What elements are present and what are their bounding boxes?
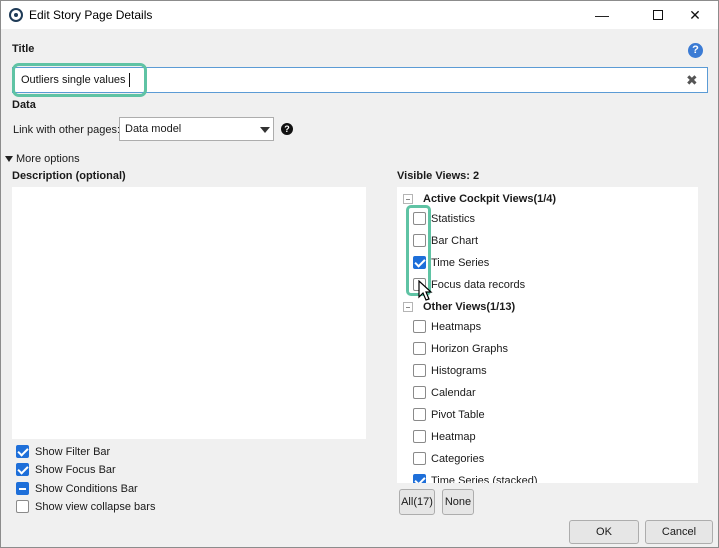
view-checkbox-heatmaps[interactable] bbox=[413, 320, 426, 333]
caret-down-icon bbox=[5, 156, 13, 162]
view-label-focus-data-records: Focus data records bbox=[431, 279, 526, 291]
view-label-time-series: Time Series bbox=[431, 257, 490, 269]
filter-bar-label: Show Filter Bar bbox=[35, 446, 111, 458]
view-label-time-series-stacked: Time Series (stacked) bbox=[431, 475, 538, 483]
conditions-bar-checkbox[interactable] bbox=[16, 482, 29, 495]
minimize-button[interactable]: — bbox=[579, 1, 625, 29]
view-label-horizon-graphs: Horizon Graphs bbox=[431, 343, 509, 355]
view-label-heatmaps: Heatmaps bbox=[431, 321, 482, 333]
view-label-bar-chart: Bar Chart bbox=[431, 235, 479, 247]
cancel-button[interactable]: Cancel bbox=[645, 520, 713, 544]
filter-bar-checkbox[interactable] bbox=[16, 445, 29, 458]
description-label: Description (optional) bbox=[12, 170, 126, 182]
focus-bar-checkbox[interactable] bbox=[16, 463, 29, 476]
title-highlight bbox=[12, 63, 147, 97]
view-label-categories: Categories bbox=[431, 453, 485, 465]
visible-views-header: Visible Views: 2 bbox=[397, 170, 480, 182]
chevron-down-icon bbox=[260, 127, 270, 133]
maximize-icon bbox=[653, 10, 663, 20]
window-title: Edit Story Page Details bbox=[29, 8, 153, 22]
close-button[interactable]: ✕ bbox=[672, 1, 718, 29]
view-label-statistics: Statistics bbox=[431, 213, 476, 225]
view-checkbox-horizon-graphs[interactable] bbox=[413, 342, 426, 355]
mouse-pointer-icon bbox=[418, 280, 433, 301]
description-textarea[interactable] bbox=[12, 187, 366, 439]
collapse-bars-checkbox[interactable] bbox=[16, 500, 29, 513]
clear-icon[interactable]: ✖ bbox=[686, 72, 698, 89]
title-bar: Edit Story Page Details — ✕ bbox=[1, 1, 718, 29]
select-none-button[interactable]: None bbox=[442, 489, 474, 515]
view-checkbox-pivot-table[interactable] bbox=[413, 408, 426, 421]
active-views-group-label: Active Cockpit Views(1/4) bbox=[423, 193, 557, 205]
collapse-active-icon[interactable] bbox=[403, 194, 413, 204]
collapse-other-icon[interactable] bbox=[403, 302, 413, 312]
view-checkbox-categories[interactable] bbox=[413, 452, 426, 465]
ok-button[interactable]: OK bbox=[569, 520, 639, 544]
link-pages-label: Link with other pages: bbox=[13, 124, 121, 136]
conditions-bar-label: Show Conditions Bar bbox=[35, 483, 138, 495]
link-pages-select[interactable]: Data model bbox=[119, 117, 274, 141]
view-checkbox-calendar[interactable] bbox=[413, 386, 426, 399]
more-options-toggle[interactable]: More options bbox=[5, 153, 80, 165]
select-all-button[interactable]: All(17) bbox=[399, 489, 435, 515]
other-views-group-label: Other Views(1/13) bbox=[423, 301, 516, 313]
app-icon bbox=[9, 8, 23, 22]
view-label-histograms: Histograms bbox=[431, 365, 487, 377]
view-checkbox-time-series-stacked[interactable] bbox=[413, 474, 426, 483]
view-label-heatmap: Heatmap bbox=[431, 431, 476, 443]
link-help-icon[interactable]: ? bbox=[281, 123, 293, 135]
title-section-label: Title bbox=[12, 43, 35, 55]
help-icon[interactable]: ? bbox=[688, 43, 703, 58]
view-checkbox-heatmap[interactable] bbox=[413, 430, 426, 443]
collapse-bars-label: Show view collapse bars bbox=[35, 501, 156, 513]
more-options-label: More options bbox=[16, 153, 80, 165]
view-label-calendar: Calendar bbox=[431, 387, 476, 399]
views-tree[interactable]: Active Cockpit Views(1/4) Statistics Bar… bbox=[397, 187, 698, 483]
focus-bar-label: Show Focus Bar bbox=[35, 464, 116, 476]
link-pages-value: Data model bbox=[125, 123, 182, 135]
view-checkbox-histograms[interactable] bbox=[413, 364, 426, 377]
dialog-window: Edit Story Page Details — ✕ Title ? Outl… bbox=[0, 0, 719, 548]
data-section-label: Data bbox=[12, 99, 36, 111]
view-label-pivot-table: Pivot Table bbox=[431, 409, 485, 421]
